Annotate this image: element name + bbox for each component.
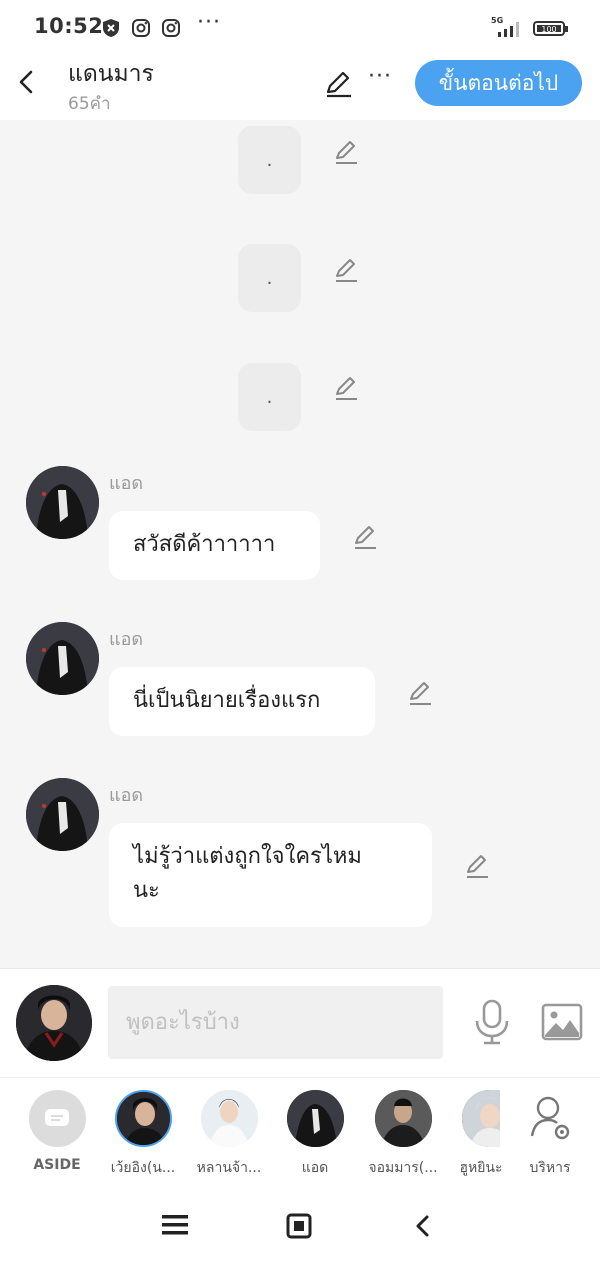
avatar[interactable]: [26, 622, 99, 695]
character-name: ASIDE: [33, 1157, 81, 1173]
aside-icon: [45, 1108, 69, 1126]
message-bubble[interactable]: ไม่รู้ว่าแต่งถูกใจใครไหม นะ: [109, 823, 432, 927]
placeholder-bubble[interactable]: .: [238, 126, 301, 194]
shield-icon: [103, 19, 119, 37]
back-icon[interactable]: [14, 66, 42, 98]
home-icon[interactable]: [286, 1213, 312, 1239]
back-nav-icon[interactable]: [413, 1213, 433, 1239]
avatar-image: [26, 778, 99, 851]
avatar-image: [16, 985, 92, 1061]
character-item[interactable]: จอมมาร(...: [360, 1090, 446, 1179]
avatar[interactable]: [26, 466, 99, 539]
svg-text:100: 100: [541, 25, 556, 34]
character-name: แอด: [301, 1160, 329, 1176]
placeholder-bubble[interactable]: .: [238, 244, 301, 312]
manage-characters-button[interactable]: บริหาร: [512, 1090, 588, 1179]
menu-icon[interactable]: [161, 1213, 189, 1237]
avatar[interactable]: [26, 778, 99, 851]
manage-icon: [522, 1090, 579, 1147]
pencil-icon[interactable]: [332, 256, 360, 284]
battery-icon: 100: [533, 21, 568, 36]
message-input[interactable]: [108, 986, 443, 1059]
edit-icon[interactable]: [322, 68, 354, 100]
pencil-icon[interactable]: [406, 679, 434, 707]
character-strip: ASIDE เว้ยอิง(น... หลานจ้า... แอด จอมมาร…: [0, 1077, 600, 1187]
pencil-icon[interactable]: [332, 374, 360, 402]
avatar-image: [26, 466, 99, 539]
sender-name: แอด: [109, 473, 144, 494]
character-avatar: [374, 1090, 432, 1147]
sender-name: แอด: [109, 785, 144, 806]
sender-name: แอด: [109, 629, 144, 650]
instagram-icon-2: [162, 19, 180, 37]
character-name: บริหาร: [529, 1160, 571, 1176]
character-avatar: [200, 1090, 258, 1147]
status-bar: 10:52 ··· 5G 100: [0, 0, 600, 56]
chat-header: แดนมาร 65คำ ··· ขั้นตอนต่อไป: [0, 56, 600, 120]
pencil-icon[interactable]: [332, 138, 360, 166]
system-nav-bar: [0, 1187, 600, 1267]
pencil-icon[interactable]: [463, 852, 491, 880]
character-item[interactable]: หลานจ้า...: [186, 1090, 272, 1179]
message-bubble[interactable]: สวัสดีค้าาาาาา: [109, 511, 320, 580]
more-notifications-icon: ···: [197, 10, 221, 35]
message-bubble[interactable]: นี่เป็นนิยายเรื่องแรก: [109, 667, 375, 736]
image-icon[interactable]: [541, 1003, 583, 1041]
word-count: 65คำ: [68, 94, 111, 114]
page-title: แดนมาร: [68, 61, 154, 87]
character-avatar: [286, 1090, 344, 1147]
microphone-icon[interactable]: [472, 999, 512, 1045]
input-bar: [0, 968, 600, 1077]
placeholder-bubble[interactable]: .: [238, 363, 301, 431]
character-name: เว้ยอิง(น...: [110, 1160, 176, 1176]
avatar-image: [26, 622, 99, 695]
character-avatar: [114, 1090, 172, 1147]
character-item[interactable]: แอด: [272, 1090, 358, 1179]
instagram-icon: [132, 19, 150, 37]
character-item[interactable]: ฮูหยินะ: [446, 1090, 516, 1179]
character-aside[interactable]: ASIDE: [14, 1090, 100, 1173]
chat-list[interactable]: . . . แอด สวัสดีค้าาาาาา แอด นี่เป็นนิยา…: [0, 120, 600, 968]
next-step-button[interactable]: ขั้นตอนต่อไป: [415, 60, 582, 106]
status-time: 10:52: [34, 14, 104, 38]
current-character-avatar[interactable]: [16, 985, 92, 1061]
pencil-icon[interactable]: [351, 523, 379, 551]
character-name: จอมมาร(...: [368, 1160, 438, 1176]
character-avatar: [462, 1090, 500, 1147]
character-name: ฮูหยินะ: [459, 1160, 503, 1176]
aside-avatar: [28, 1090, 86, 1147]
more-options-icon[interactable]: ···: [368, 64, 392, 89]
signal-icon: [498, 22, 519, 37]
character-item[interactable]: เว้ยอิง(น...: [100, 1090, 186, 1179]
character-name: หลานจ้า...: [196, 1160, 262, 1176]
